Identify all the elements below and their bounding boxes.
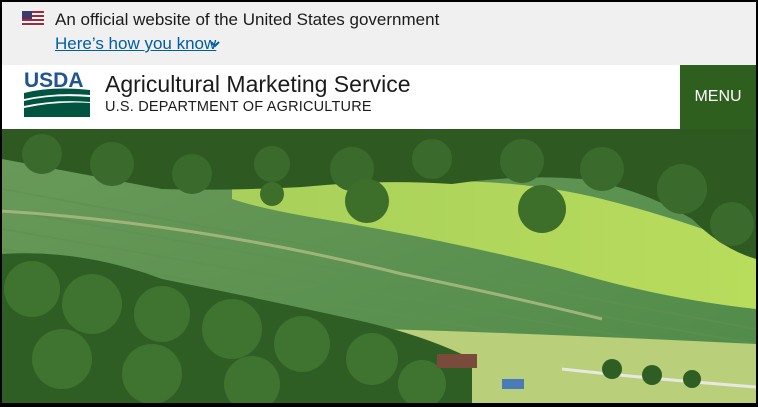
hero-image — [2, 129, 756, 403]
department-name: U.S. DEPARTMENT OF AGRICULTURE — [105, 99, 372, 115]
usda-logo[interactable]: USDA — [22, 68, 92, 118]
page-frame: An official website of the United States… — [2, 2, 756, 403]
official-website-text: An official website of the United States… — [55, 10, 440, 29]
heres-how-you-know-link[interactable]: Here’s how you know — [55, 34, 216, 54]
chevron-down-icon[interactable] — [209, 38, 221, 50]
gov-banner: An official website of the United States… — [2, 2, 756, 65]
farm-landscape-image — [2, 129, 756, 403]
agency-name[interactable]: Agricultural Marketing Service — [105, 71, 411, 98]
us-flag-icon — [22, 11, 44, 26]
menu-button[interactable]: MENU — [680, 65, 756, 129]
site-header: USDA Agricultural Marketing Service U.S.… — [2, 65, 756, 129]
svg-text:USDA: USDA — [24, 69, 84, 92]
